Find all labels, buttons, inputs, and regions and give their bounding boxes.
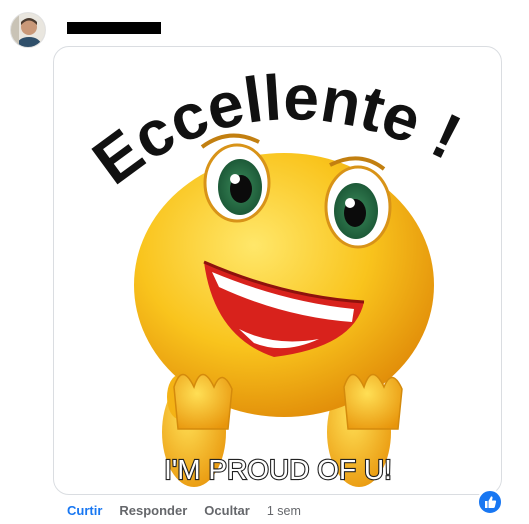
comment-actions: Curtir Responder Ocultar 1 sem xyxy=(67,503,301,518)
emoji-face xyxy=(134,133,434,417)
reaction-badge[interactable] xyxy=(477,489,503,515)
comment-page: Eccellente ! I'M PROUD OF U! Curtir Resp… xyxy=(0,0,529,524)
like-button[interactable]: Curtir xyxy=(67,503,102,518)
gif-image: Eccellente ! I'M PROUD OF U! xyxy=(80,61,472,487)
gif-attachment[interactable]: Eccellente ! I'M PROUD OF U! xyxy=(53,46,502,495)
hide-button[interactable]: Ocultar xyxy=(204,503,250,518)
avatar[interactable] xyxy=(10,12,46,48)
author-name-redacted[interactable] xyxy=(67,22,161,34)
comment-timestamp[interactable]: 1 sem xyxy=(267,504,301,518)
thumbs-up-icon xyxy=(485,496,497,508)
reply-button[interactable]: Responder xyxy=(119,503,187,518)
previous-content-fragment xyxy=(0,0,529,4)
gif-caption: I'M PROUD OF U! xyxy=(164,454,392,485)
